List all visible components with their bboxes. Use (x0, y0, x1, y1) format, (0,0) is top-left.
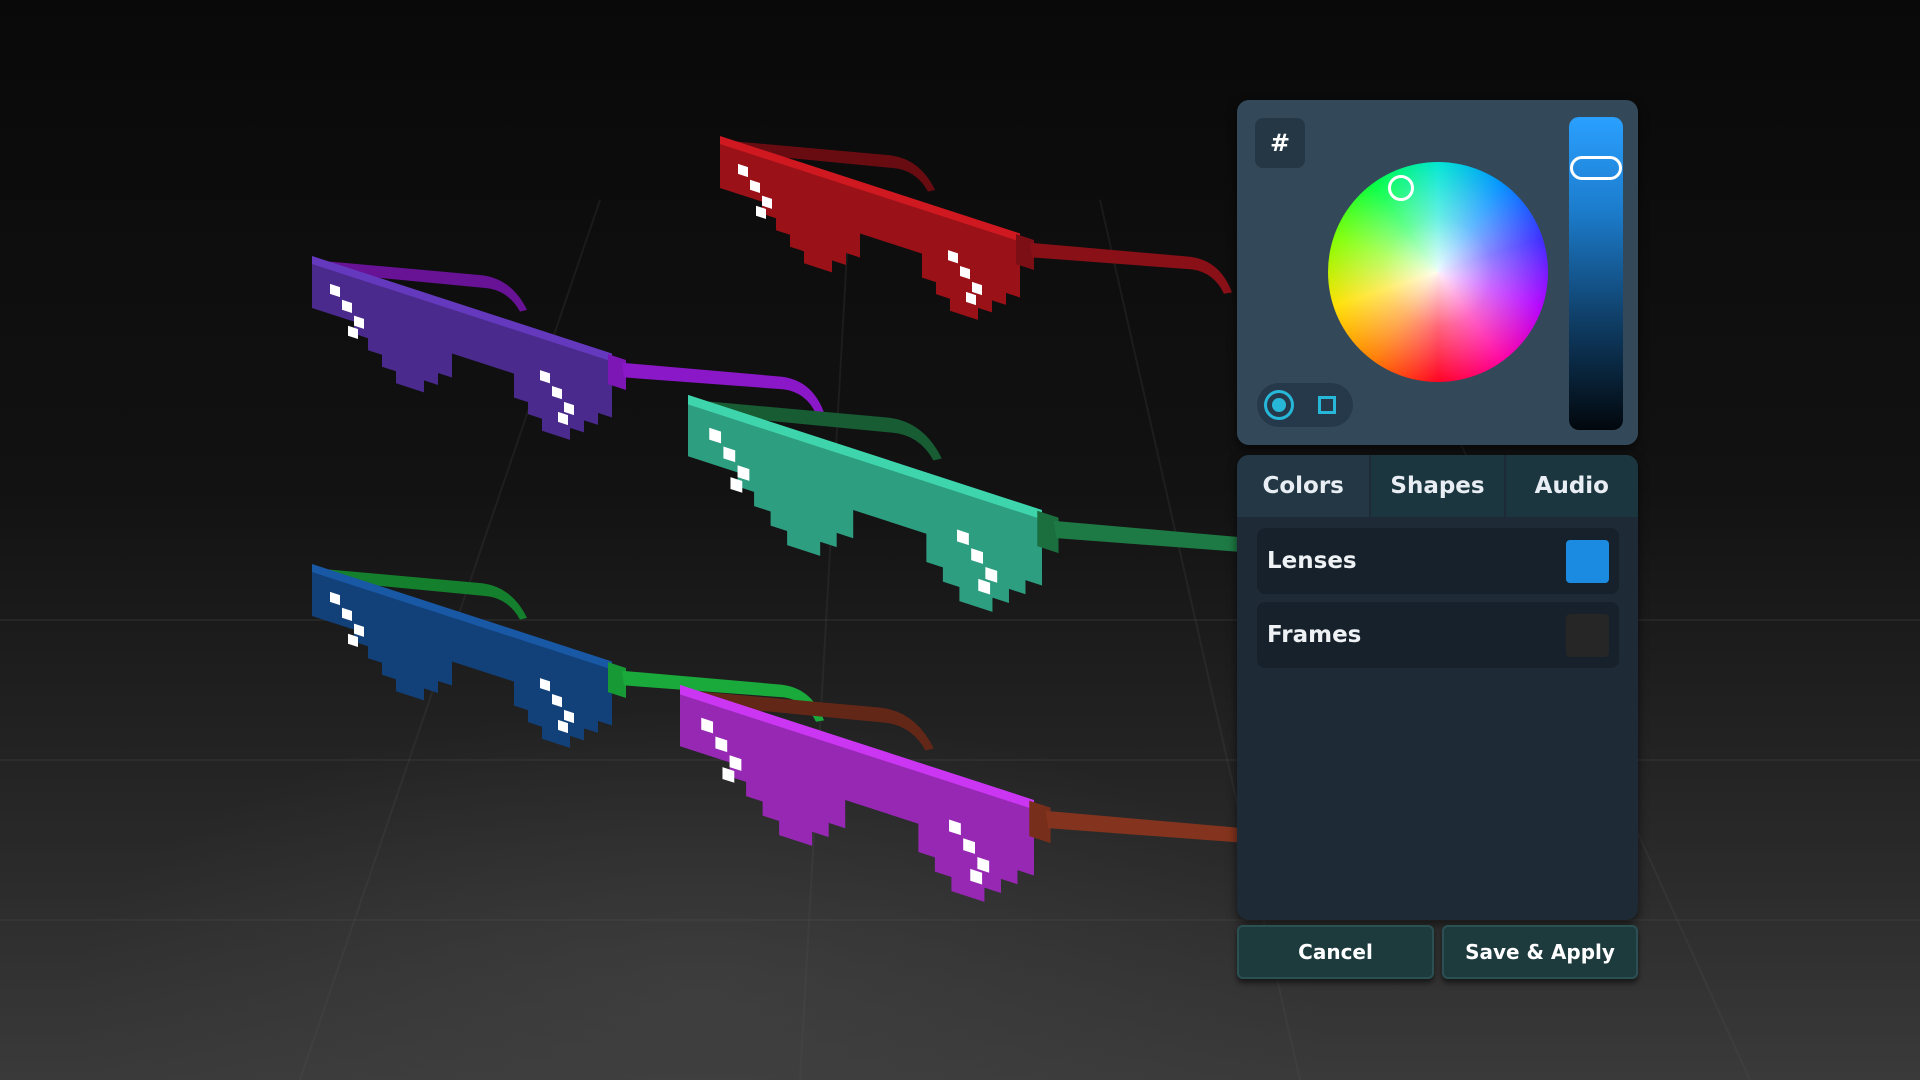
color-row-lenses[interactable]: Lenses (1257, 528, 1619, 594)
hex-input-button[interactable]: # (1255, 118, 1305, 168)
glasses-near-arm (1030, 242, 1232, 294)
color-wheel-cursor[interactable] (1388, 175, 1414, 201)
wheel-mode-icon[interactable] (1264, 390, 1294, 420)
tab-audio[interactable]: Audio (1505, 455, 1638, 517)
color-row-frames[interactable]: Frames (1257, 602, 1619, 668)
settings-panel: Colors Shapes Audio Lenses Frames (1237, 455, 1638, 920)
tab-shapes[interactable]: Shapes (1371, 455, 1506, 517)
color-row-label: Frames (1267, 622, 1362, 648)
color-picker-panel: # (1237, 100, 1638, 445)
color-row-label: Lenses (1267, 548, 1357, 574)
pixel-glasses[interactable] (688, 351, 1293, 709)
tab-bar: Colors Shapes Audio (1237, 455, 1638, 517)
cancel-button[interactable]: Cancel (1237, 925, 1434, 979)
brightness-slider[interactable] (1569, 117, 1623, 430)
picker-mode-toggle (1257, 383, 1353, 427)
tab-colors[interactable]: Colors (1237, 455, 1372, 517)
pixel-glasses[interactable] (720, 99, 1232, 402)
color-wheel[interactable] (1328, 162, 1548, 382)
brightness-slider-handle[interactable] (1570, 156, 1622, 180)
frames-color-swatch[interactable] (1566, 614, 1609, 657)
lenses-color-swatch[interactable] (1566, 540, 1609, 583)
square-mode-icon[interactable] (1318, 396, 1336, 414)
save-apply-button[interactable]: Save & Apply (1442, 925, 1638, 979)
